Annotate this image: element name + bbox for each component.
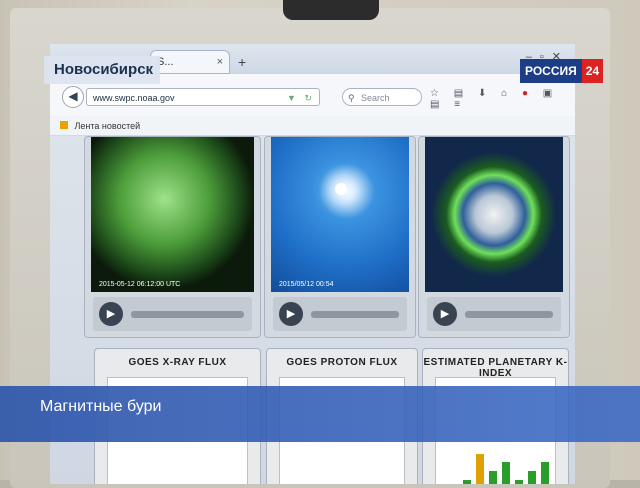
play-icon[interactable]: ▶: [279, 302, 303, 326]
bookmarks-bar: Лента новостей: [50, 116, 575, 136]
search-placeholder: Search: [361, 93, 390, 103]
solar-euv-image: 2015-05-12 06:12:00 UTC: [91, 137, 254, 292]
channel-name: РОССИЯ: [520, 59, 582, 83]
channel-logo: РОССИЯ 24: [520, 59, 604, 83]
bookmark-item[interactable]: Лента новостей: [75, 121, 141, 131]
k-index-bar: [489, 471, 497, 484]
media-card-aurora: ▶: [418, 136, 570, 338]
progress-track[interactable]: [131, 311, 244, 318]
play-icon[interactable]: ▶: [433, 302, 457, 326]
dropdown-icon[interactable]: ▼ ↻: [287, 89, 315, 107]
search-icon: ⚲: [348, 93, 355, 103]
k-index-bar: [528, 471, 536, 484]
progress-track[interactable]: [311, 311, 399, 318]
channel-number: 24: [581, 59, 604, 83]
occulted-sun: [335, 183, 347, 195]
coronagraph-image: 2015/05/12 00:54: [271, 137, 409, 292]
new-tab-icon[interactable]: +: [238, 54, 246, 70]
bookmark-icon: [60, 121, 68, 129]
k-index-bar: [541, 462, 549, 484]
back-icon[interactable]: ◀: [62, 86, 84, 108]
media-controls: ▶: [93, 297, 252, 331]
panel-title: GOES PROTON FLUX: [286, 357, 398, 368]
k-index-bar: [502, 462, 510, 484]
url-bar[interactable]: www.swpc.noaa.gov ▼ ↻: [86, 88, 320, 106]
media-controls: ▶: [273, 297, 407, 331]
progress-track[interactable]: [465, 311, 553, 318]
k-index-bar: [476, 453, 484, 484]
browser-tab[interactable]: S... ×: [150, 50, 230, 74]
lower-third: Магнитные бури: [0, 386, 640, 442]
news-caption: Магнитные бури: [40, 398, 162, 415]
panel-title: ESTIMATED PLANETARY K-INDEX: [423, 357, 568, 379]
aurora-forecast-image: [425, 137, 563, 292]
k-index-bar: [515, 480, 523, 484]
media-controls: ▶: [427, 297, 561, 331]
image-timestamp: 2015/05/12 00:54: [279, 281, 334, 288]
image-timestamp: 2015-05-12 06:12:00 UTC: [99, 281, 181, 288]
webcam: [283, 0, 379, 20]
panel-title: GOES X-RAY FLUX: [128, 357, 227, 368]
k-index-bar: [463, 480, 471, 484]
search-field[interactable]: ⚲ Search: [342, 88, 422, 106]
city-plate: Новосибирск: [44, 56, 160, 84]
toolbar-icons[interactable]: ☆ ▤ ⬇ ⌂ ● ▣ ▤ ≡: [430, 88, 575, 110]
media-card-coronagraph: 2015/05/12 00:54 ▶: [264, 136, 416, 338]
close-icon[interactable]: ×: [217, 51, 223, 73]
media-card-euv: 2015-05-12 06:12:00 UTC ▶: [84, 136, 261, 338]
adblock-icon[interactable]: ●: [522, 88, 534, 99]
play-icon[interactable]: ▶: [99, 302, 123, 326]
url-text: www.swpc.noaa.gov: [93, 93, 175, 103]
